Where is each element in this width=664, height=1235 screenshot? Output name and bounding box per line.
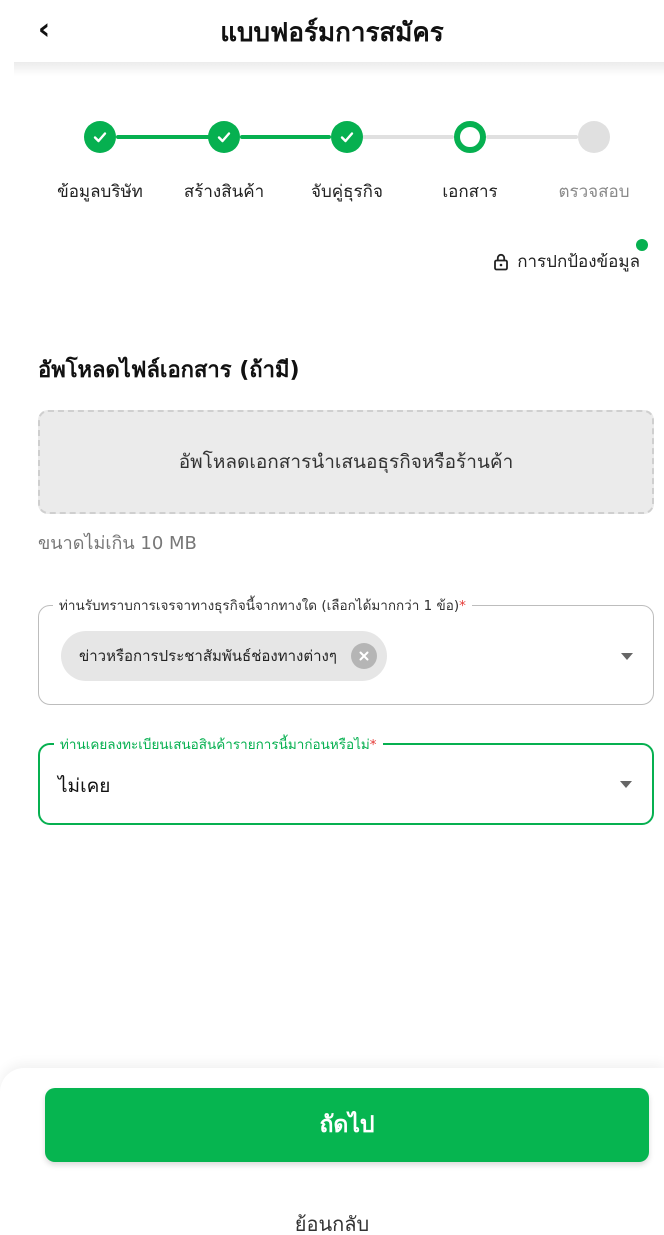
source-label-text: ท่านรับทราบการเจรจาทางธุรกิจนี้จากทางใด …: [59, 598, 460, 614]
check-icon: [340, 132, 354, 143]
step-label: เอกสาร: [442, 182, 498, 202]
privacy-label: การปกป้องข้อมูล: [517, 252, 640, 272]
upload-instruction: อัพโหลดเอกสารนำเสนอธุรกิจหรือร้านค้า: [178, 451, 514, 473]
registered-before-select[interactable]: ท่านเคยลงทะเบียนเสนอสินค้ารายการนี้มาก่อ…: [38, 733, 654, 825]
step-5-todo: [578, 121, 610, 153]
required-mark: *: [459, 598, 466, 614]
dropdown-arrow-icon[interactable]: [620, 781, 632, 788]
step-4-current: [454, 121, 486, 153]
selected-chip: ข่าวหรือการประชาสัมพันธ์ช่องทางต่างๆ: [61, 631, 387, 681]
step-1-done: [84, 121, 116, 153]
step-connector: [362, 135, 454, 139]
registered-field-label: ท่านเคยลงทะเบียนเสนอสินค้ารายการนี้มาก่อ…: [54, 733, 383, 755]
back-link[interactable]: ย้อนกลับ: [0, 1208, 664, 1235]
lock-icon: [493, 253, 509, 271]
step-label: สร้างสินค้า: [183, 182, 265, 202]
close-icon[interactable]: [350, 643, 377, 669]
registered-label-text: ท่านเคยลงทะเบียนเสนอสินค้ารายการนี้มาก่อ…: [60, 737, 370, 753]
selected-value: ไม่เคย: [58, 775, 111, 797]
source-field-label: ท่านรับทราบการเจรจาทางธุรกิจนี้จากทางใด …: [53, 594, 472, 616]
notification-dot: [636, 239, 648, 251]
privacy-link[interactable]: การปกป้องข้อมูล: [493, 239, 648, 275]
check-icon: [217, 132, 231, 143]
dropdown-arrow-icon[interactable]: [621, 653, 633, 660]
check-icon: [93, 132, 107, 143]
upload-section-title: อัพโหลดไฟล์เอกสาร (ถ้ามี): [38, 358, 300, 383]
page-title: แบบฟอร์มการสมัคร: [220, 18, 444, 48]
step-label: ข้อมูลบริษัท: [57, 182, 143, 202]
registration-form-page: ‹ แบบฟอร์มการสมัคร ข้อมูลบริษัท สร้างสิน…: [0, 0, 664, 1235]
step-label: ตรวจสอบ: [558, 182, 630, 202]
progress-stepper: ข้อมูลบริษัท สร้างสินค้า จับคู่ธุรกิจ เอ…: [0, 112, 664, 212]
app-header: ‹ แบบฟอร์มการสมัคร: [0, 0, 664, 62]
step-label: จับคู่ธุรกิจ: [311, 182, 383, 202]
next-button[interactable]: ถัดไป: [45, 1088, 649, 1162]
step-connector: [116, 135, 210, 139]
source-multiselect[interactable]: ท่านรับทราบการเจรจาทางธุรกิจนี้จากทางใด …: [38, 594, 654, 705]
header-shadow: [14, 62, 664, 76]
step-3-done: [331, 121, 363, 153]
required-mark: *: [369, 737, 377, 753]
step-connector: [240, 135, 331, 139]
document-upload-dropzone[interactable]: อัพโหลดเอกสารนำเสนอธุรกิจหรือร้านค้า: [38, 410, 654, 514]
file-size-note: ขนาดไม่เกิน 10 MB: [38, 533, 197, 554]
chip-label: ข่าวหรือการประชาสัมพันธ์ช่องทางต่างๆ: [79, 647, 337, 665]
step-2-done: [208, 121, 240, 153]
step-connector: [486, 135, 578, 139]
